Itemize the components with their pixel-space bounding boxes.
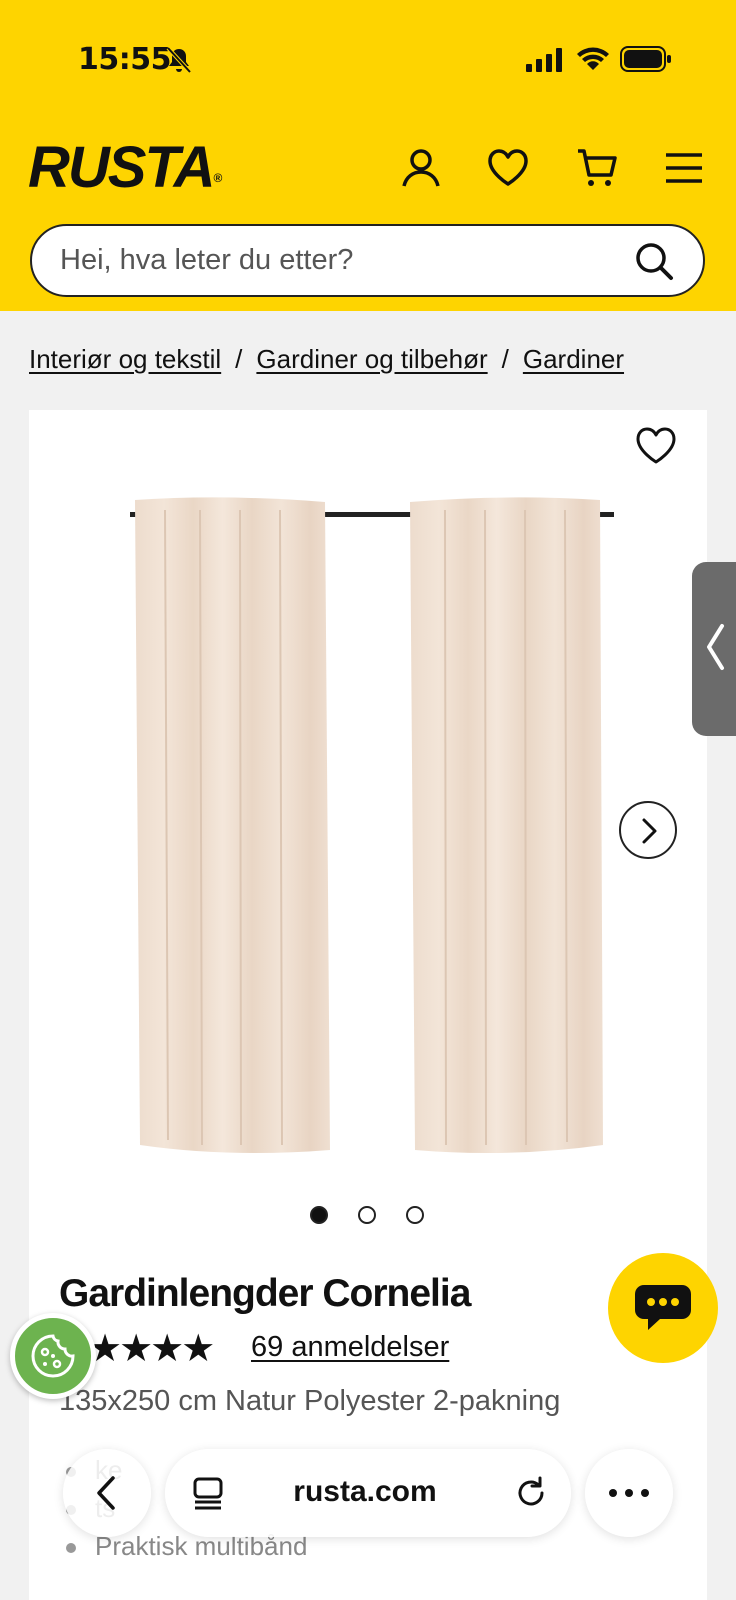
cookie-icon	[31, 1334, 75, 1378]
breadcrumb: Interiør og tekstil / Gardiner og tilbehør…	[29, 344, 624, 375]
tabs-icon[interactable]	[191, 1475, 225, 1511]
product-image-curtains	[130, 497, 614, 1154]
breadcrumb-separator: /	[501, 344, 509, 374]
site-header: 15:55 RUSTA®	[0, 0, 736, 311]
breadcrumb-curtains[interactable]: Gardiner	[523, 344, 624, 374]
logo-registered-mark: ®	[213, 171, 222, 185]
chevron-left-icon	[97, 1476, 115, 1510]
image-dot-3[interactable]	[406, 1206, 424, 1224]
add-to-favorites-heart-icon[interactable]	[634, 424, 678, 468]
chat-button[interactable]	[608, 1253, 718, 1363]
status-time: 15:55	[78, 42, 172, 77]
battery-icon	[620, 46, 671, 72]
cookie-settings-button[interactable]	[10, 1313, 96, 1399]
user-icon[interactable]	[399, 146, 443, 190]
browser-back-button[interactable]	[63, 1449, 151, 1537]
search-icon[interactable]	[633, 240, 675, 282]
image-dot-2[interactable]	[358, 1206, 376, 1224]
reviews-link[interactable]: 69 anmeldelser	[251, 1331, 449, 1364]
breadcrumb-separator: /	[235, 344, 243, 374]
next-image-button[interactable]	[619, 801, 677, 859]
chat-bubble-icon	[635, 1285, 691, 1330]
search-input[interactable]	[60, 226, 620, 295]
rating-stars: ★★★★	[88, 1328, 215, 1370]
product-title: Gardinlengder Cornelia	[59, 1272, 471, 1315]
browser-toolbar: rusta.com	[0, 1445, 736, 1545]
breadcrumb-interior[interactable]: Interiør og tekstil	[29, 344, 221, 374]
side-panel-tab[interactable]	[692, 562, 736, 736]
more-dots-icon	[609, 1489, 649, 1497]
wishlist-heart-icon[interactable]	[486, 146, 530, 190]
more-options-button[interactable]	[585, 1449, 673, 1537]
url-text[interactable]: rusta.com	[255, 1475, 475, 1509]
cell-signal-icon	[526, 48, 562, 72]
product-variant: 135x250 cm Natur Polyester 2-pakning	[59, 1385, 561, 1417]
address-bar[interactable]: rusta.com	[165, 1449, 571, 1537]
chevron-right-icon	[642, 818, 657, 844]
hamburger-menu-icon[interactable]	[662, 146, 706, 190]
image-dot-1[interactable]	[310, 1206, 328, 1224]
chevron-left-icon	[707, 624, 724, 670]
search-bar	[30, 224, 705, 297]
breadcrumb-curtains-accessories[interactable]: Gardiner og tilbehør	[256, 344, 487, 374]
cart-icon[interactable]	[575, 146, 619, 190]
wifi-icon	[577, 47, 609, 70]
bell-muted-icon	[166, 46, 192, 74]
reload-icon[interactable]	[513, 1475, 549, 1511]
rusta-logo[interactable]: RUSTA®	[28, 136, 222, 200]
